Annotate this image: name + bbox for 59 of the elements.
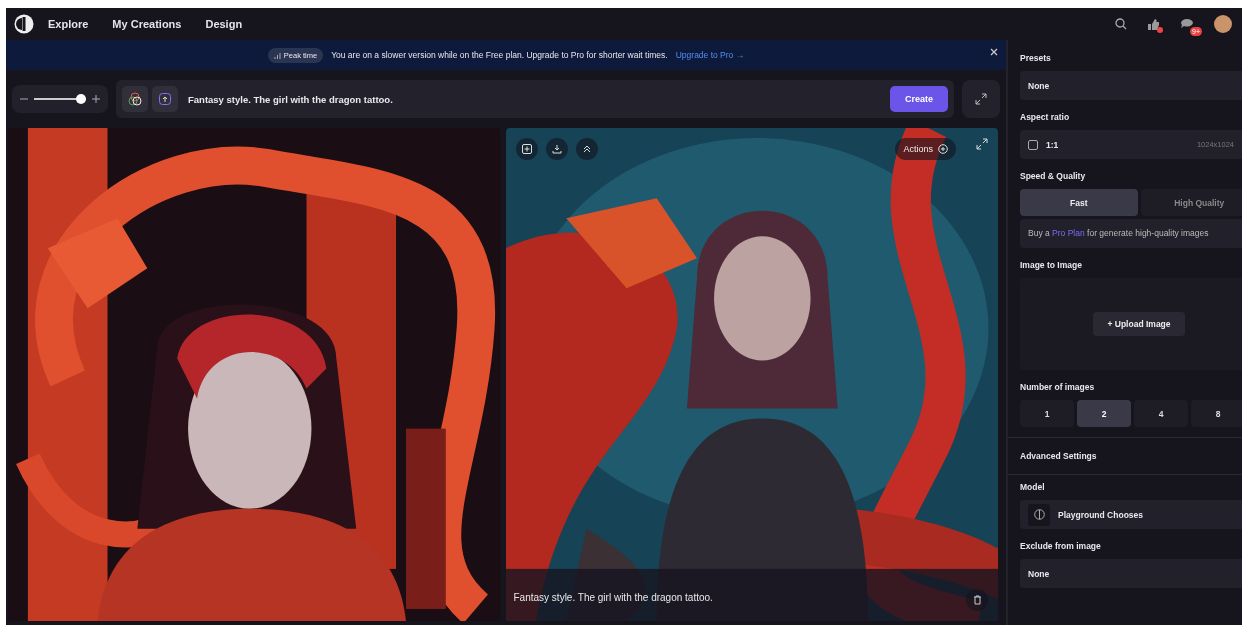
circles-icon (128, 92, 142, 106)
ratio-value: 1:1 (1046, 139, 1059, 150)
download-button[interactable] (545, 138, 568, 160)
plus-square-icon (521, 144, 532, 154)
logo-icon[interactable] (14, 14, 34, 34)
nav-link[interactable]: My Creations (112, 18, 182, 30)
section-label: Image to Image (1020, 260, 1083, 270)
download-icon (551, 144, 562, 154)
upscale-button[interactable] (575, 138, 598, 160)
count-option[interactable]: 2 (1077, 400, 1131, 427)
expand-icon[interactable] (976, 138, 988, 150)
chat-icon[interactable] (1180, 17, 1194, 31)
notification-dot (1157, 26, 1163, 33)
plus-circle-icon (938, 144, 948, 154)
speed-option[interactable]: Fast (1020, 189, 1138, 216)
presets-dropdown[interactable]: None (1020, 71, 1242, 100)
pro-plan-note: Buy a Pro Plan for generate high-quality images (1020, 219, 1242, 248)
plus-icon[interactable] (92, 95, 100, 103)
expand-button[interactable] (962, 80, 1000, 118)
close-icon[interactable] (990, 48, 998, 56)
upgrade-link[interactable]: Upgrade to Pro → (675, 50, 745, 60)
thumbs-up-icon[interactable] (1147, 17, 1160, 31)
actions-button[interactable]: Actions (895, 138, 956, 160)
double-chevron-up-icon (582, 145, 591, 153)
create-button[interactable]: Create (890, 86, 948, 112)
expand-icon (975, 93, 987, 105)
delete-button[interactable] (966, 589, 988, 611)
speed-option[interactable]: High Quality (1140, 189, 1242, 216)
nav-link[interactable]: Design (205, 18, 243, 30)
upload-image-button[interactable]: + Upload Image (1093, 312, 1185, 336)
exclude-dropdown[interactable]: None (1020, 559, 1242, 588)
section-label: Exclude from image (1020, 541, 1102, 551)
trash-icon (972, 595, 982, 605)
bars-icon (273, 51, 281, 59)
model-dropdown[interactable]: Playground Chooses (1020, 500, 1242, 529)
avatar[interactable] (1214, 15, 1232, 33)
section-label: Number of images (1020, 382, 1096, 392)
banner-message: You are on a slower version while on the Free plan. Upgrade to Pro for shorter wait times. (331, 50, 668, 60)
count-option[interactable]: 1 (1020, 400, 1074, 427)
section-label: Presets (1020, 53, 1052, 63)
pro-plan-link[interactable]: Pro Plan (1052, 228, 1085, 238)
nav-link[interactable]: Explore (48, 18, 89, 30)
section-label: Aspect ratio (1020, 112, 1071, 122)
section-label: Speed & Quality (1020, 171, 1087, 181)
style-button[interactable] (122, 86, 148, 112)
upload-icon (159, 93, 171, 105)
count-option[interactable]: 8 (1191, 400, 1242, 427)
logo-icon (1033, 509, 1045, 520)
prompt-text[interactable]: Fantasy style. The girl with the dragon tattoo. (188, 93, 393, 105)
image-caption: Fantasy style. The girl with the dragon tattoo. (513, 592, 713, 603)
checkbox[interactable] (1028, 139, 1038, 150)
search-icon[interactable] (1115, 18, 1127, 30)
add-button[interactable] (515, 138, 538, 160)
count-option[interactable]: 4 (1134, 400, 1188, 427)
image-drop-zone[interactable]: + Upload Image (1020, 278, 1242, 370)
model-value: Playground Chooses (1058, 509, 1143, 520)
advanced-settings-toggle[interactable]: Advanced Settings (1020, 438, 1242, 474)
section-label: Model (1020, 482, 1046, 492)
upload-button[interactable] (152, 86, 178, 112)
